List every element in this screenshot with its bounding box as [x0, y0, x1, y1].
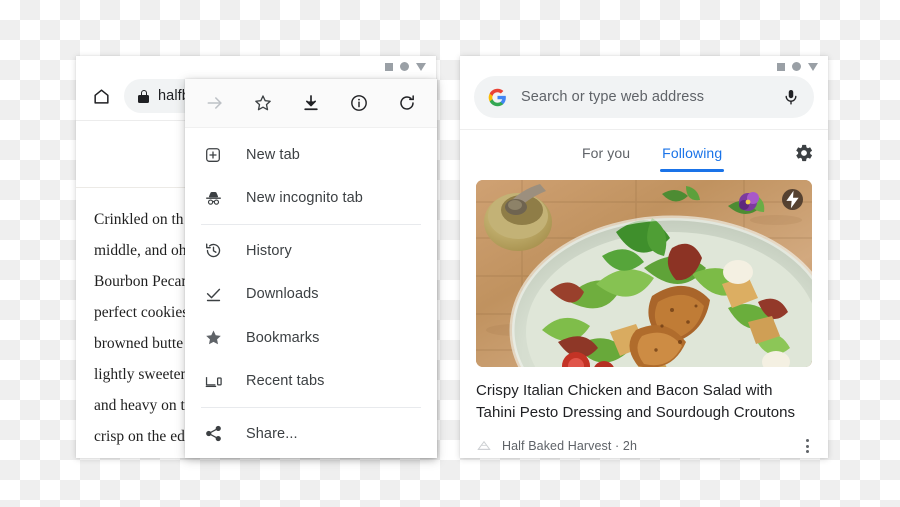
menu-item-label: New incognito tab — [246, 190, 363, 207]
chrome-overflow-menu: New tab New incognito tab History Downlo… — [185, 79, 437, 458]
menu-item-label: Downloads — [246, 286, 319, 303]
menu-item-recent-tabs[interactable]: Recent tabs — [185, 360, 437, 404]
menu-item-history[interactable]: History — [185, 229, 437, 273]
close-button[interactable] — [808, 62, 818, 71]
menu-item-label: Share... — [246, 425, 298, 442]
menu-divider — [201, 224, 421, 225]
incognito-icon — [203, 188, 223, 208]
home-icon[interactable] — [88, 83, 114, 109]
amp-lightning-icon — [782, 189, 803, 210]
share-icon — [203, 424, 223, 444]
gear-icon[interactable] — [794, 143, 814, 163]
star-icon[interactable] — [250, 90, 276, 116]
minimize-button[interactable] — [385, 62, 393, 71]
right-window-controls — [777, 62, 818, 71]
search-input[interactable]: Search or type web address — [474, 76, 814, 118]
google-g-icon — [488, 88, 507, 107]
menu-item-downloads[interactable]: Downloads — [185, 273, 437, 317]
history-icon — [203, 241, 223, 261]
maximize-button[interactable] — [400, 62, 409, 71]
menu-item-new-tab[interactable]: New tab — [185, 133, 437, 177]
recent-tabs-icon — [203, 371, 223, 391]
feed-article-card[interactable]: Crispy Italian Chicken and Bacon Salad w… — [476, 180, 812, 456]
lock-icon — [138, 89, 149, 103]
new-tab-icon — [203, 145, 223, 165]
downloads-icon — [203, 284, 223, 304]
menu-item-label: New tab — [246, 146, 300, 163]
close-button[interactable] — [416, 62, 426, 71]
ntp-search-row: Search or type web address — [460, 56, 828, 130]
menu-item-label: Bookmarks — [246, 329, 320, 346]
article-footer: Half Baked Harvest · 2h — [476, 436, 812, 456]
forward-arrow-icon[interactable] — [202, 90, 228, 116]
microphone-icon[interactable] — [782, 88, 800, 106]
article-title[interactable]: Crispy Italian Chicken and Bacon Salad w… — [476, 380, 812, 424]
search-placeholder: Search or type web address — [521, 89, 705, 105]
download-icon[interactable] — [298, 90, 324, 116]
minimize-button[interactable] — [777, 62, 785, 71]
menu-divider — [201, 407, 421, 408]
tab-following[interactable]: Following — [660, 130, 725, 175]
salad-photo — [476, 180, 812, 367]
menu-item-share[interactable]: Share... — [185, 412, 437, 456]
left-window-controls — [385, 62, 426, 71]
menu-item-label: Recent tabs — [246, 373, 325, 390]
menu-item-bookmarks[interactable]: Bookmarks — [185, 316, 437, 360]
bookmarks-star-icon — [203, 328, 223, 348]
maximize-button[interactable] — [792, 62, 801, 71]
right-browser-window: Search or type web address For you Follo… — [460, 56, 828, 458]
article-source: Half Baked Harvest · 2h — [502, 439, 637, 453]
menu-quick-actions — [185, 79, 437, 128]
menu-item-find-in-page[interactable]: Find in page — [185, 456, 437, 459]
info-icon[interactable] — [346, 90, 372, 116]
menu-item-new-incognito-tab[interactable]: New incognito tab — [185, 177, 437, 221]
reload-icon[interactable] — [394, 90, 420, 116]
menu-items-list: New tab New incognito tab History Downlo… — [185, 128, 437, 458]
ntp-feed-tabs: For you Following — [460, 130, 828, 175]
overflow-menu-icon[interactable] — [804, 437, 811, 455]
tab-for-you[interactable]: For you — [582, 130, 630, 175]
menu-item-label: History — [246, 242, 292, 259]
publisher-logo-icon — [476, 438, 492, 454]
article-thumbnail[interactable] — [476, 180, 812, 367]
